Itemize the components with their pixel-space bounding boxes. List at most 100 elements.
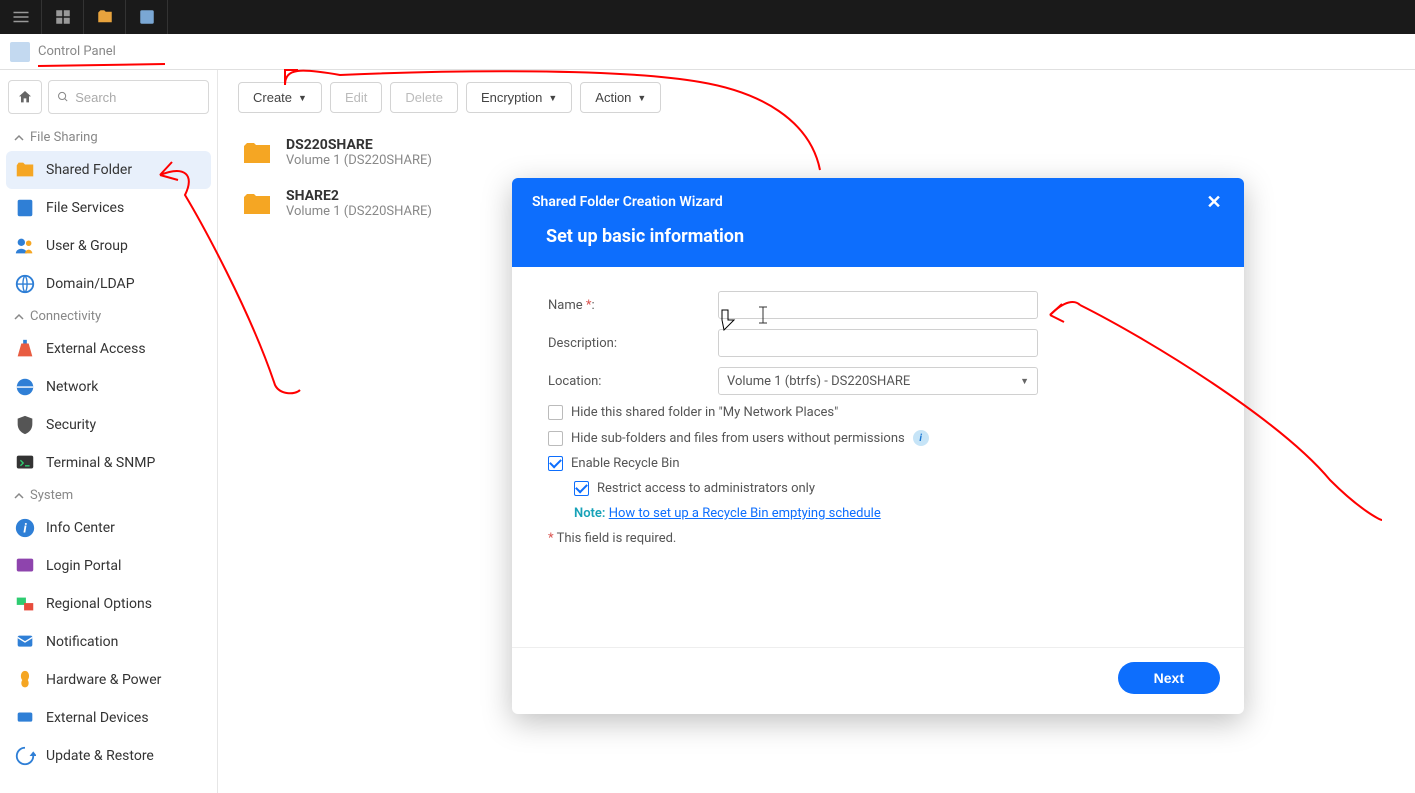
sidebar-item-info-center[interactable]: i Info Center: [0, 509, 217, 547]
app-title: Control Panel: [38, 44, 116, 59]
sidebar-item-regional-options[interactable]: Regional Options: [0, 585, 217, 623]
info-center-icon: i: [14, 517, 36, 539]
restrict-admin-checkbox[interactable]: [574, 481, 589, 496]
sidebar-item-label: Login Portal: [46, 558, 121, 574]
security-icon: [14, 414, 36, 436]
taskbar: [0, 0, 1415, 34]
chevron-up-icon: [14, 133, 24, 143]
sidebar-item-external-access[interactable]: External Access: [0, 330, 217, 368]
required-note: * This field is required.: [548, 531, 1208, 546]
search-icon: [57, 90, 69, 104]
sidebar-item-label: Notification: [46, 634, 118, 650]
delete-button[interactable]: Delete: [390, 82, 458, 113]
name-label: Name *:: [548, 298, 718, 313]
terminal-icon: [14, 452, 36, 474]
location-value: Volume 1 (btrfs) - DS220SHARE: [727, 374, 910, 389]
create-button[interactable]: Create▼: [238, 82, 322, 113]
hide-network-label: Hide this shared folder in "My Network P…: [571, 405, 838, 420]
sidebar-item-file-services[interactable]: File Services: [0, 189, 217, 227]
restrict-admin-label: Restrict access to administrators only: [597, 481, 815, 496]
section-file-sharing[interactable]: File Sharing: [0, 124, 217, 151]
description-label: Description:: [548, 336, 718, 351]
section-label: File Sharing: [30, 130, 98, 145]
sidebar-item-label: Terminal & SNMP: [46, 455, 155, 471]
section-connectivity[interactable]: Connectivity: [0, 303, 217, 330]
sidebar-item-label: Info Center: [46, 520, 115, 536]
shared-folder-icon: [14, 159, 36, 181]
folder-sub: Volume 1 (DS220SHARE): [286, 153, 432, 168]
sidebar-item-security[interactable]: Security: [0, 406, 217, 444]
sidebar-item-label: Network: [46, 379, 98, 395]
folder-sub: Volume 1 (DS220SHARE): [286, 204, 432, 219]
hide-subfolders-label: Hide sub-folders and files from users wi…: [571, 431, 905, 446]
home-button[interactable]: [8, 80, 42, 114]
sidebar-item-label: Domain/LDAP: [46, 276, 135, 292]
sidebar-item-login-portal[interactable]: Login Portal: [0, 547, 217, 585]
network-icon: [14, 376, 36, 398]
sidebar-item-label: Security: [46, 417, 96, 433]
sidebar-item-label: Hardware & Power: [46, 672, 161, 688]
sidebar-item-notification[interactable]: Notification: [0, 623, 217, 661]
external-devices-icon: [14, 707, 36, 729]
location-select[interactable]: Volume 1 (btrfs) - DS220SHARE ▼: [718, 367, 1038, 395]
location-label: Location:: [548, 374, 718, 389]
sidebar-item-shared-folder[interactable]: Shared Folder: [6, 151, 211, 189]
taskbar-menu-icon[interactable]: [0, 0, 42, 34]
caret-down-icon: ▼: [298, 93, 307, 103]
description-input[interactable]: [718, 329, 1038, 357]
hide-subfolders-checkbox[interactable]: [548, 431, 563, 446]
sidebar: File Sharing Shared Folder File Services…: [0, 70, 218, 793]
hardware-power-icon: [14, 669, 36, 691]
section-label: System: [30, 488, 73, 503]
sidebar-item-domain-ldap[interactable]: Domain/LDAP: [0, 265, 217, 303]
sidebar-item-user-group[interactable]: User & Group: [0, 227, 217, 265]
external-access-icon: [14, 338, 36, 360]
hide-network-checkbox[interactable]: [548, 405, 563, 420]
section-system[interactable]: System: [0, 482, 217, 509]
sidebar-item-hardware-power[interactable]: Hardware & Power: [0, 661, 217, 699]
sidebar-item-update-restore[interactable]: Update & Restore: [0, 737, 217, 775]
name-input[interactable]: [718, 291, 1038, 319]
sidebar-item-label: External Access: [46, 341, 146, 357]
recycle-bin-label: Enable Recycle Bin: [571, 456, 680, 471]
regional-options-icon: [14, 593, 36, 615]
folder-name: SHARE2: [286, 188, 432, 204]
sidebar-item-label: File Services: [46, 200, 124, 216]
modal-subtitle: Set up basic information: [532, 226, 1224, 247]
note-label: Note:: [574, 506, 605, 521]
titlebar: Control Panel: [0, 34, 1415, 70]
taskbar-apps-icon[interactable]: [42, 0, 84, 34]
encryption-button[interactable]: Encryption▼: [466, 82, 572, 113]
login-portal-icon: [14, 555, 36, 577]
folder-icon: [242, 141, 272, 165]
taskbar-filestation-icon[interactable]: [84, 0, 126, 34]
folder-row[interactable]: DS220SHARE Volume 1 (DS220SHARE): [238, 127, 1395, 178]
edit-button[interactable]: Edit: [330, 82, 382, 113]
caret-down-icon: ▼: [1020, 376, 1029, 387]
update-restore-icon: [14, 745, 36, 767]
chevron-up-icon: [14, 491, 24, 501]
action-button[interactable]: Action▼: [580, 82, 661, 113]
sidebar-item-label: Update & Restore: [46, 748, 154, 764]
search-input[interactable]: [75, 90, 200, 105]
next-button[interactable]: Next: [1118, 662, 1220, 694]
file-services-icon: [14, 197, 36, 219]
recycle-bin-schedule-link[interactable]: How to set up a Recycle Bin emptying sch…: [609, 506, 881, 521]
sidebar-item-label: External Devices: [46, 710, 149, 726]
recycle-bin-checkbox[interactable]: [548, 456, 563, 471]
shared-folder-wizard-modal: Shared Folder Creation Wizard ✕ Set up b…: [512, 178, 1244, 714]
sidebar-item-terminal-snmp[interactable]: Terminal & SNMP: [0, 444, 217, 482]
domain-ldap-icon: [14, 273, 36, 295]
caret-down-icon: ▼: [637, 93, 646, 103]
folder-name: DS220SHARE: [286, 137, 432, 153]
chevron-up-icon: [14, 312, 24, 322]
taskbar-controlpanel-icon[interactable]: [126, 0, 168, 34]
close-icon[interactable]: ✕: [1204, 192, 1224, 212]
info-icon[interactable]: i: [913, 430, 929, 446]
caret-down-icon: ▼: [548, 93, 557, 103]
folder-icon: [242, 192, 272, 216]
sidebar-item-external-devices[interactable]: External Devices: [0, 699, 217, 737]
app-icon: [10, 42, 30, 62]
sidebar-item-network[interactable]: Network: [0, 368, 217, 406]
modal-title: Shared Folder Creation Wizard: [532, 194, 723, 210]
